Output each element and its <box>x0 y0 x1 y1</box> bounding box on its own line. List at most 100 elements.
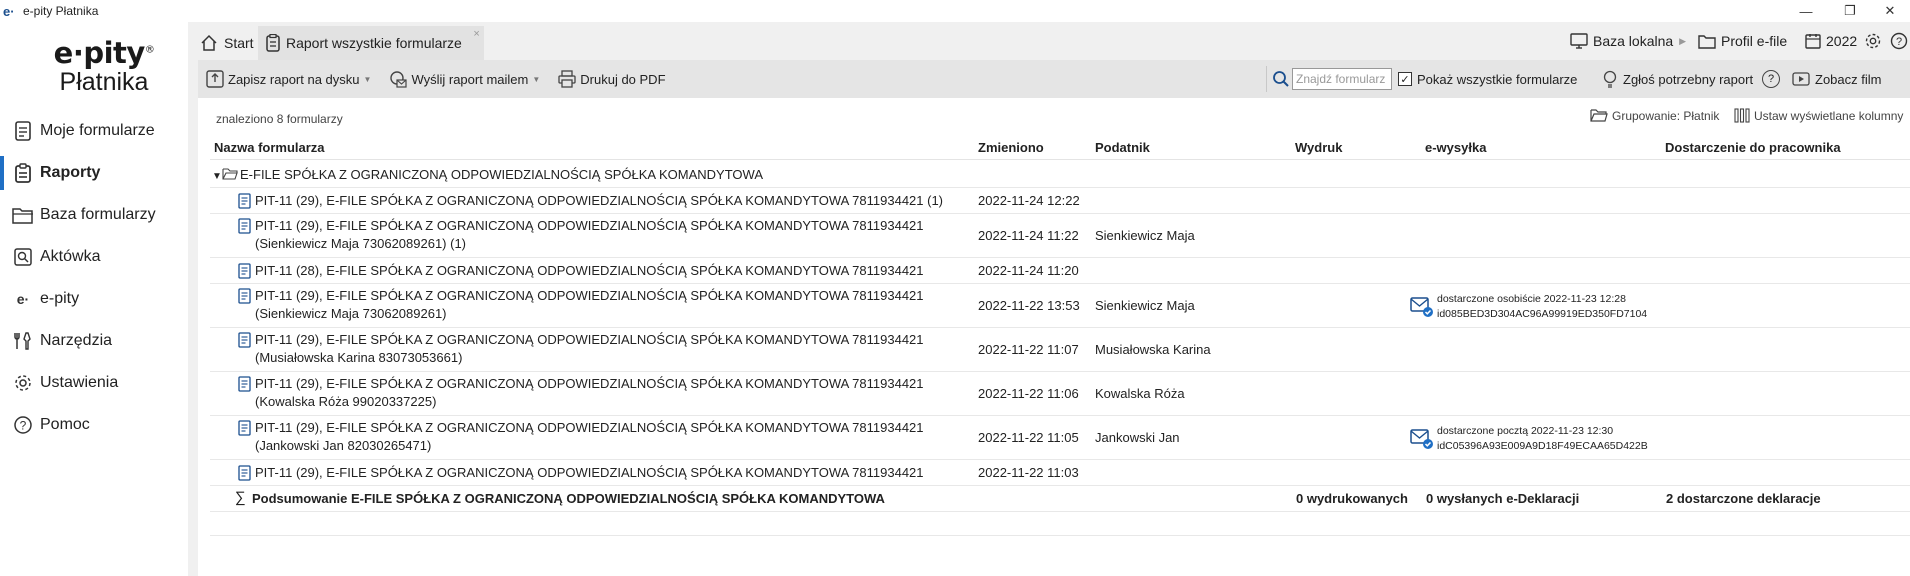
close-icon[interactable]: ✕ <box>1870 0 1910 22</box>
checkbox-check-icon: ✓ <box>1398 72 1412 86</box>
base-label: Baza lokalna <box>1593 33 1674 49</box>
report-request-button[interactable]: Zgłoś potrzebny raport <box>1602 60 1753 98</box>
sidebar-item-narzedzia[interactable]: Narzędzia <box>0 320 188 362</box>
monitor-icon <box>1570 33 1588 49</box>
form-name-line1: PIT-11 (29), E-FILE SPÓŁKA Z OGRANICZONĄ… <box>255 193 944 208</box>
taxpayer-name: Musiałowska Karina <box>1095 342 1211 357</box>
delivery-status: dostarczone osobiście 2022-11-23 12:28 <box>1437 293 1626 305</box>
sidebar-item-aktowka[interactable]: Aktówka <box>0 236 188 278</box>
taxpayer-name: Jankowski Jan <box>1095 430 1180 445</box>
sidebar-item-label: Ustawienia <box>40 374 119 391</box>
print-pdf-button[interactable]: Drukuj do PDF <box>558 70 666 88</box>
tab-start[interactable]: Start <box>192 26 262 60</box>
form-name-line2: (Sienkiewicz Maja 73062089261) <box>255 306 447 321</box>
year-selector[interactable]: 2022 <box>1805 22 1857 60</box>
base-selector[interactable]: Baza lokalna ▶ <box>1570 22 1692 60</box>
column-header-esend[interactable]: e-wysyłka <box>1425 140 1486 155</box>
profile-label: Profil e-file <box>1721 33 1788 49</box>
table-row[interactable]: PIT-11 (29), E-FILE SPÓŁKA Z OGRANICZONĄ… <box>210 416 1910 460</box>
show-all-checkbox[interactable]: ✓ Pokaż wszystkie formularze <box>1398 60 1577 98</box>
logo: e·pity® Płatnika <box>44 36 164 97</box>
column-header-print[interactable]: Wydruk <box>1295 140 1342 155</box>
help-icon: ? <box>1762 70 1780 88</box>
group-row[interactable]: ▼ E-FILE SPÓŁKA Z OGRANICZONĄ ODPOWIEDZIA… <box>210 162 1910 188</box>
sidebar-item-moje-formularze[interactable]: Moje formularze <box>0 110 188 152</box>
sidebar-item-label: Baza formularzy <box>40 206 156 223</box>
sidebar-item-label: Raporty <box>40 164 101 181</box>
save-report-label: Zapisz raport na dysku <box>228 71 360 87</box>
results-count: znaleziono 8 formularzy <box>216 112 343 126</box>
printer-icon <box>558 70 576 88</box>
save-report-button[interactable]: Zapisz raport na dysku ▼ <box>206 70 371 88</box>
form-name-line1: PIT-11 (29), E-FILE SPÓŁKA Z OGRANICZONĄ… <box>255 332 924 347</box>
sidebar: e·pity® Płatnika Moje formularze Raporty… <box>0 22 188 576</box>
columns-setup-button[interactable]: Ustaw wyświetlane kolumny <box>1734 108 1903 123</box>
form-name-line1: PIT-11 (29), E-FILE SPÓŁKA Z OGRANICZONĄ… <box>255 376 924 391</box>
document-icon <box>238 288 251 304</box>
search-icon[interactable] <box>1272 60 1290 98</box>
restore-icon[interactable]: ❐ <box>1830 0 1870 22</box>
chevron-down-icon: ▼ <box>532 74 541 84</box>
changed-date: 2022-11-24 12:22 <box>978 193 1080 208</box>
column-header-delivery[interactable]: Dostarczenie do pracownika <box>1665 140 1841 155</box>
column-header-name[interactable]: Nazwa formularza <box>214 140 325 155</box>
table-row[interactable]: PIT-11 (29), E-FILE SPÓŁKA Z OGRANICZONĄ… <box>210 284 1910 328</box>
delivery-id: id085BED3D304AC96A99919ED350FD7104 <box>1437 308 1648 320</box>
delivery-info: dostarczone pocztą 2022-11-23 12:30 idC05… <box>1437 424 1648 454</box>
form-name-line1: PIT-11 (29), E-FILE SPÓŁKA Z OGRANICZONĄ… <box>255 420 924 435</box>
sidebar-item-baza-formularzy[interactable]: Baza formularzy <box>0 194 188 236</box>
gear-icon <box>12 372 34 394</box>
table-row[interactable]: PIT-11 (29), E-FILE SPÓŁKA Z OGRANICZONĄ… <box>210 372 1910 416</box>
show-all-label: Pokaż wszystkie formularze <box>1417 71 1578 87</box>
logo-line1: e·pity <box>53 36 146 70</box>
tab-raport-wszystkie-formularze[interactable]: Raport wszystkie formularze × <box>258 26 484 60</box>
calendar-icon <box>1805 33 1821 49</box>
table-header: Nazwa formularza Zmieniono Podatnik Wydr… <box>210 134 1910 160</box>
delivery-id: idC05396A93E009A9D18F49ECAA65D422B <box>1437 440 1648 452</box>
table-row[interactable]: PIT-11 (28), E-FILE SPÓŁKA Z OGRANICZONĄ… <box>210 258 1910 284</box>
logo-registered: ® <box>144 44 155 56</box>
sidebar-item-raporty[interactable]: Raporty <box>0 152 188 194</box>
toolbar: Zapisz raport na dysku ▼ Wyślij raport m… <box>198 60 1910 98</box>
grouping-button[interactable]: Grupowanie: Płatnik <box>1590 108 1719 123</box>
folder-icon <box>12 204 34 226</box>
settings-gear-icon[interactable] <box>1864 22 1882 60</box>
columns-setup-label: Ustaw wyświetlane kolumny <box>1754 108 1904 123</box>
profile-selector[interactable]: Profil e-file <box>1698 22 1787 60</box>
report-content: znaleziono 8 formularzy Grupowanie: Płat… <box>198 98 1910 576</box>
changed-date: 2022-11-22 11:03 <box>978 465 1079 480</box>
toolbar-help-button[interactable]: ? <box>1762 60 1780 98</box>
send-report-button[interactable]: Wyślij raport mailem ▼ <box>389 70 540 88</box>
sidebar-item-label: Pomoc <box>40 416 90 433</box>
save-disk-icon <box>206 70 224 88</box>
title-bar: e· e-pity Płatnika — ❐ ✕ <box>0 0 1910 22</box>
table-row[interactable]: PIT-11 (29), E-FILE SPÓŁKA Z OGRANICZONĄ… <box>210 214 1910 258</box>
toolbar-separator <box>1266 60 1267 98</box>
window-title: e-pity Płatnika <box>23 4 99 18</box>
video-icon <box>1792 72 1810 86</box>
minimize-icon[interactable]: — <box>1786 0 1826 22</box>
mail-delivered-icon <box>1410 297 1433 317</box>
column-header-changed[interactable]: Zmieniono <box>978 140 1044 155</box>
sidebar-item-e-pity[interactable]: e· e-pity <box>0 278 188 320</box>
form-name: PIT-11 (29), E-FILE SPÓŁKA Z OGRANICZONĄ… <box>255 192 943 210</box>
table-row[interactable]: PIT-11 (29), E-FILE SPÓŁKA Z OGRANICZONĄ… <box>210 328 1910 372</box>
report-request-label: Zgłoś potrzebny raport <box>1623 71 1754 87</box>
column-header-taxpayer[interactable]: Podatnik <box>1095 140 1150 155</box>
watch-video-button[interactable]: Zobacz film <box>1792 60 1881 98</box>
expand-triangle-icon[interactable]: ▼ <box>212 168 222 186</box>
sidebar-item-pomoc[interactable]: ? Pomoc <box>0 404 188 446</box>
columns-icon <box>1734 108 1750 123</box>
table-row[interactable]: PIT-11 (29), E-FILE SPÓŁKA Z OGRANICZONĄ… <box>210 460 1910 486</box>
sidebar-item-ustawienia[interactable]: Ustawienia <box>0 362 188 404</box>
search-input[interactable]: Znajdź formularz <box>1292 68 1392 90</box>
form-name-line2: (Musiałowska Karina 83073053661) <box>255 350 463 365</box>
changed-date: 2022-11-22 11:06 <box>978 386 1079 401</box>
chevron-down-icon: ▼ <box>363 74 372 84</box>
top-help-icon[interactable]: ? <box>1890 22 1908 60</box>
document-icon <box>238 332 251 348</box>
lightbulb-icon <box>1602 70 1618 88</box>
tab-close-icon[interactable]: × <box>473 28 479 40</box>
sidebar-item-label: e-pity <box>40 290 80 307</box>
table-row[interactable]: PIT-11 (29), E-FILE SPÓŁKA Z OGRANICZONĄ… <box>210 188 1910 214</box>
